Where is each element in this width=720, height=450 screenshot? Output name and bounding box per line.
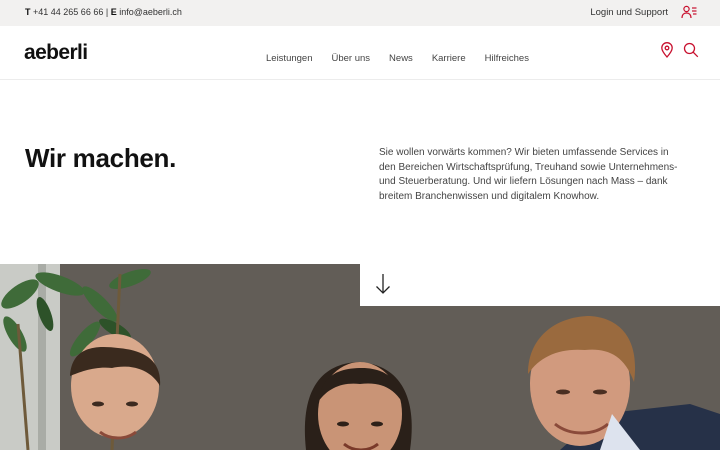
nav-item-karriere[interactable]: Karriere	[432, 53, 466, 64]
email-prefix: E	[110, 7, 117, 17]
top-bar: T +41 44 265 66 66 | E info@aeberli.ch L…	[0, 0, 720, 26]
search-icon[interactable]	[683, 42, 699, 58]
main-nav: Leistungen Über uns News Karriere Hilfre…	[266, 53, 529, 64]
hero-title: Wir machen.	[25, 143, 177, 173]
user-list-icon[interactable]	[681, 5, 697, 19]
nav-item-leistungen[interactable]: Leistungen	[266, 53, 312, 64]
map-pin-icon[interactable]	[659, 42, 675, 58]
site-header: aeberli Leistungen Über uns News Karrier…	[0, 26, 720, 80]
email-link[interactable]: info@aeberli.ch	[119, 7, 182, 17]
logo[interactable]: aeberli	[24, 41, 88, 65]
nav-item-hilfreiches[interactable]: Hilfreiches	[485, 53, 529, 64]
login-support-link[interactable]: Login und Support	[590, 7, 668, 18]
contact-info: T +41 44 265 66 66 | E info@aeberli.ch	[25, 7, 182, 17]
scroll-down-panel	[360, 264, 720, 306]
arrow-down-icon[interactable]	[375, 273, 391, 295]
nav-item-news[interactable]: News	[389, 53, 413, 64]
contact-separator: |	[105, 7, 109, 17]
nav-item-ueber-uns[interactable]: Über uns	[331, 53, 370, 64]
phone-link[interactable]: +41 44 265 66 66	[33, 7, 103, 17]
phone-prefix: T	[25, 7, 31, 17]
hero-description: Sie wollen vorwärts kommen? Wir bieten u…	[379, 147, 678, 202]
